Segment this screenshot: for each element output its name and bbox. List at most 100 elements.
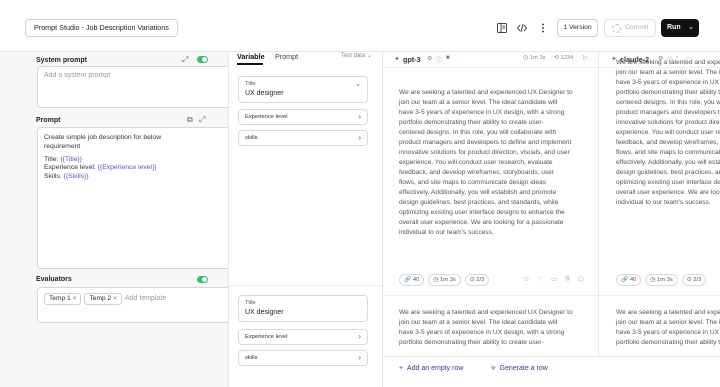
variable-label: Experience level [245, 334, 288, 340]
play-icon[interactable]: ▷ [583, 55, 587, 61]
code-icon[interactable] [515, 21, 529, 35]
response-line: have 3-5 years of experience in UX desig… [616, 79, 720, 86]
response-line: individual to our team's success. [616, 199, 711, 206]
settings-icon[interactable]: ⚙ [427, 55, 432, 62]
run-button[interactable]: Run ⌄ [661, 19, 699, 37]
variable-value[interactable]: UX designer [245, 309, 284, 316]
close-icon[interactable]: × [113, 295, 117, 302]
response-line: join our team at a senior level. The ide… [399, 319, 558, 326]
response-line: have 3-5 years of experience in UX desig… [399, 109, 565, 116]
bookmark-icon[interactable]: ■ [446, 55, 450, 61]
commit-icon [612, 24, 621, 33]
more-vertical-icon[interactable] [536, 21, 550, 35]
time-badge[interactable]: ◷ 1m 3s [645, 274, 678, 286]
prompt-experience-line: Experience level: {{Experience level}} [44, 164, 161, 173]
prompt-title[interactable]: Prompt Studio - Job Description Variatio… [25, 19, 178, 37]
chevron-down-icon[interactable]: ⌄ [355, 80, 361, 88]
layout-icon[interactable] [495, 21, 509, 35]
response-line: effectively. Additionally, you will esta… [616, 159, 720, 166]
expand-icon[interactable]: ⤢ [199, 115, 205, 125]
chevron-right-icon[interactable]: › [358, 133, 361, 142]
score-value: 2/3 [476, 277, 485, 283]
expand-icon[interactable]: ⤢ [182, 55, 188, 65]
chevron-right-icon[interactable]: › [358, 112, 361, 121]
chip-label: Temp 2 [89, 295, 112, 302]
response-line: have 3-5 years of experience in UX desig… [399, 329, 565, 336]
response-line: flows, and site maps to communicate desi… [399, 179, 546, 186]
add-template-input[interactable]: Add template [125, 295, 166, 302]
generate-row-label: Generate a row [499, 365, 548, 372]
tab-underline [237, 63, 263, 65]
response-time: ◷ 1m 3s [523, 55, 546, 61]
system-prompt-toggle[interactable] [197, 56, 208, 63]
chevron-right-icon[interactable]: › [358, 353, 361, 362]
response-line: portfolio demonstrating their ability to… [399, 119, 544, 126]
variable-token: {{Experience level}} [97, 164, 157, 172]
tab-variable[interactable]: Variable [237, 52, 265, 61]
sparkle-icon: ✦ [394, 56, 400, 63]
model-name[interactable]: gpt-3 [403, 55, 421, 64]
evaluators-toggle[interactable] [197, 276, 208, 283]
response-line: experience. You will conduct user resear… [616, 129, 720, 136]
chevron-down-icon[interactable]: ⌄ [688, 19, 694, 37]
variable-token: {{Skills}} [63, 173, 89, 181]
response-line: We are seeking a talented and experience… [616, 59, 720, 66]
evaluator-chip[interactable]: Temp 2 × [84, 293, 122, 305]
variable-experience-field[interactable]: Experience level › [238, 109, 368, 125]
response-line: product managers and developers to defin… [616, 109, 720, 116]
response-line: design guidelines, best practices, and s… [399, 199, 559, 206]
system-prompt-label: System prompt [36, 57, 87, 64]
prompt-line-label: Skills: [44, 173, 64, 181]
chevron-down-icon: ⌄ [366, 53, 372, 59]
variable-skills-field[interactable]: skills › [238, 130, 368, 146]
evaluators-label: Evaluators [36, 276, 72, 283]
prompt-title-line: Title: {{Title}} [44, 156, 161, 165]
add-empty-row-button[interactable]: + Add an empty row [399, 365, 463, 372]
links-value: 40 [412, 277, 420, 283]
commit-label: Commit [625, 24, 649, 31]
variable-title-field[interactable]: Title UX designer [238, 295, 368, 322]
variable-title-field[interactable]: Title UX designer ⌄ [238, 76, 368, 103]
variable-experience-field[interactable]: Experience level › [238, 329, 368, 345]
response-line: flows, and site maps to communicate desi… [616, 149, 720, 156]
copy-icon[interactable]: ⧉ [187, 115, 193, 125]
response-text: We are seeking a talented and experience… [399, 308, 573, 348]
close-icon[interactable]: × [73, 295, 77, 302]
prompt-line: Create simple job description for below [44, 134, 162, 141]
response-line: feedback, and develop wireframes, storyb… [616, 139, 720, 146]
tab-prompt[interactable]: Prompt [275, 52, 298, 61]
generate-row-button[interactable]: ⟡ Generate a row [491, 365, 548, 373]
links-badge[interactable]: 🔗 40 [616, 274, 642, 286]
score-badge[interactable]: ⊙ 2/3 [464, 274, 490, 286]
links-badge[interactable]: 🔗 40 [399, 274, 425, 286]
evaluators-input[interactable]: Temp 1 × Temp 2 × Add template [37, 287, 237, 323]
version-button[interactable]: 1 Version [557, 19, 598, 37]
commit-button[interactable]: Commit [604, 19, 656, 37]
prompt-input[interactable]: Create simple job description for below … [37, 127, 237, 269]
results-grid: ✦ gpt-3 ⚙ ⓘ ■ ◷ 1m 3s ⟲ 1234 ▷ We are se… [383, 52, 720, 387]
test-data-dropdown[interactable]: Test data ⌄ [341, 52, 372, 59]
response-line: portfolio demonstrating their ability to… [616, 339, 720, 346]
response-line: effectively. Additionally, you will esta… [399, 189, 557, 196]
variable-skills-field[interactable]: skills › [238, 350, 368, 366]
prompt-editor-panel: System prompt ⤢ Add a system prompt Prom… [30, 52, 237, 387]
score-badge[interactable]: ⊙ 2/3 [681, 274, 707, 286]
prompt-skills-line: Skills: {{Skills}} [44, 173, 161, 182]
info-icon[interactable]: ⓘ [436, 55, 442, 64]
model-column-header: ✦ gpt-3 ⚙ ⓘ ■ ◷ 1m 3s ⟲ 1234 ▷ [383, 52, 598, 68]
system-prompt-input[interactable]: Add a system prompt [37, 66, 237, 108]
response-line: design guidelines, best practices, and s… [616, 169, 720, 176]
chevron-right-icon[interactable]: › [358, 332, 361, 341]
response-line: We are seeking a talented and experience… [616, 309, 720, 316]
variable-value[interactable]: UX designer [245, 90, 284, 97]
response-text: We are seeking a talented and experience… [616, 308, 720, 348]
evaluator-chip[interactable]: Temp 1 × [44, 293, 82, 305]
time-badge[interactable]: ◷ 1m 3s [428, 274, 461, 286]
time-value: 1m 3s [656, 277, 673, 283]
row-divider [229, 285, 384, 286]
row-divider [383, 295, 720, 296]
response-line: feedback, and develop wireframes, storyb… [399, 169, 555, 176]
response-actions[interactable]: ☺ ♡ ▭ ⎘ ⬡ [523, 275, 587, 284]
plus-icon: + [399, 365, 404, 372]
bottom-action-bar: + Add an empty row ⟡ Generate a row [383, 356, 720, 387]
